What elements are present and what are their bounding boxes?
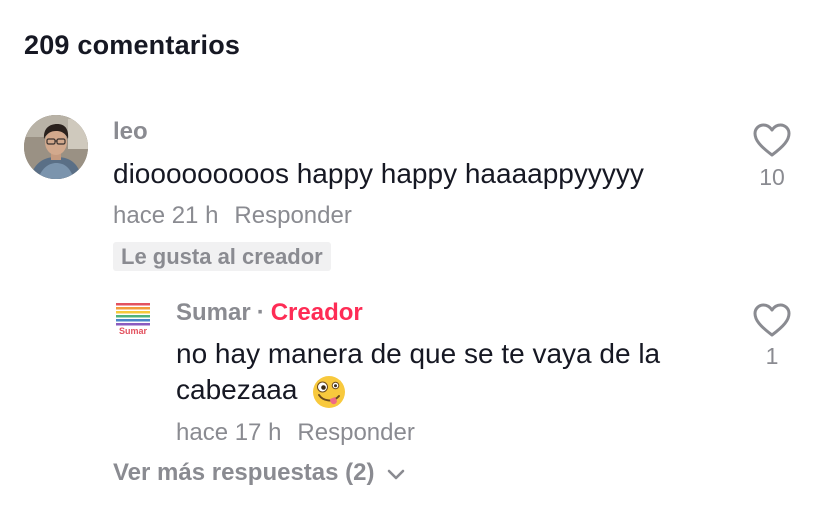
chevron-down-icon <box>386 460 406 488</box>
avatar[interactable] <box>24 115 88 179</box>
heart-icon[interactable] <box>752 122 792 158</box>
view-more-replies-label: Ver más respuestas (2) <box>113 459 375 486</box>
creator-liked-badge: Le gusta al creador <box>113 242 331 271</box>
reply-button[interactable]: Responder <box>297 419 414 446</box>
creator-label: Creador <box>270 299 363 326</box>
reply-button[interactable]: Responder <box>234 202 351 229</box>
comments-panel: 209 comentarios leo diooooooooos happy h… <box>0 0 828 515</box>
zany-face-icon <box>311 374 347 410</box>
separator: · <box>256 299 265 326</box>
reply-username-row: Sumar · Creador <box>176 299 363 327</box>
reply-text-content: no hay manera de que se te vaya de la ca… <box>176 338 661 405</box>
avatar[interactable]: Sumar <box>113 302 153 336</box>
reply-timestamp: hace 17 h <box>176 419 282 446</box>
view-more-replies-button[interactable]: Ver más respuestas (2) <box>113 459 406 488</box>
comment-text: diooooooooos happy happy haaaappyyyyy <box>113 158 644 189</box>
heart-icon[interactable] <box>752 302 792 338</box>
reply-text: no hay manera de que se te vaya de la ca… <box>176 336 736 410</box>
reply-username[interactable]: Sumar <box>176 299 251 326</box>
comment-meta: hace 21 h Responder <box>113 202 352 230</box>
like-count: 10 <box>759 164 785 190</box>
comment-count-header: 209 comentarios <box>24 30 241 60</box>
sumar-logo-text: Sumar <box>119 326 148 336</box>
comment-username[interactable]: leo <box>113 118 148 146</box>
like-count: 1 <box>765 343 779 369</box>
comment-timestamp: hace 21 h <box>113 202 219 229</box>
reply-meta: hace 17 h Responder <box>176 419 415 447</box>
